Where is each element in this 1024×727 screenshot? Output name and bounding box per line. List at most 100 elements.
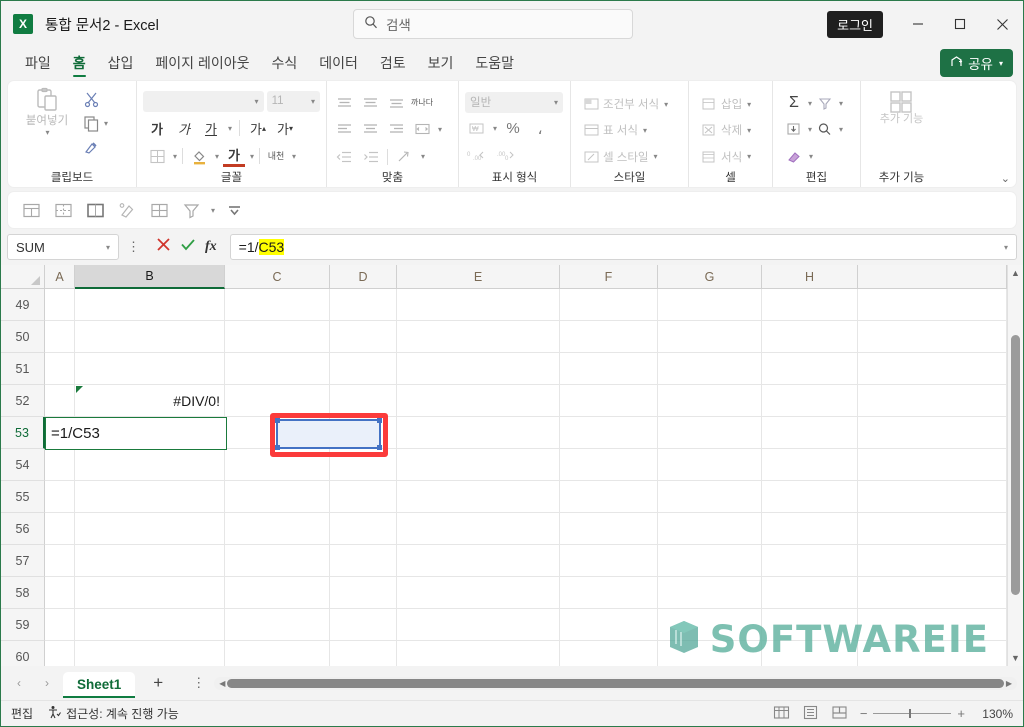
accessibility-status[interactable]: 접근성: 계속 진행 가능 [47,705,179,722]
cell-c51[interactable] [225,353,330,385]
cell-i50[interactable] [858,321,1007,353]
row-header-60[interactable]: 60 [1,641,45,666]
name-box[interactable]: SUM ▾ [7,234,119,260]
sheet-overflow-icon[interactable]: ⋮ [189,675,208,691]
row-header-53[interactable]: 53 [1,417,45,449]
cell-f56[interactable] [560,513,658,545]
chevron-down-icon[interactable]: ▾ [747,100,751,109]
merge-chevron-down-icon[interactable]: ▾ [438,125,442,134]
split-cells-icon[interactable] [50,199,76,221]
cell-h55[interactable] [762,481,858,513]
cell-i49[interactable] [858,289,1007,321]
orientation-icon[interactable] [393,146,415,168]
merge-cells-icon[interactable] [18,199,44,221]
chevron-down-icon[interactable]: ▾ [311,97,315,106]
cell-a56[interactable] [45,513,75,545]
page-layout-icon[interactable] [802,705,819,723]
percent-style-button[interactable]: % [502,118,524,140]
cell-f53[interactable] [560,417,658,449]
zoom-slider[interactable]: − + [860,706,965,721]
cell-f58[interactable] [560,577,658,609]
increase-decimal-icon[interactable]: 0.00 [465,145,487,167]
cell-g59[interactable] [658,609,762,641]
align-top-icon[interactable] [333,92,355,114]
cell-b56[interactable] [75,513,225,545]
fill-down-icon[interactable] [783,119,805,141]
formula-input[interactable]: =1/C53 ▾ [229,234,1017,260]
cell-a55[interactable] [45,481,75,513]
scroll-left-icon[interactable]: ◀ [217,679,227,688]
chevron-down-icon[interactable]: ▾ [643,126,647,135]
addins-button[interactable]: 추가 기능 [880,91,923,170]
fill-color-icon[interactable] [188,145,210,167]
align-center-icon[interactable] [359,119,381,141]
cell-d56[interactable] [330,513,397,545]
cell-g52[interactable] [658,385,762,417]
cell-c58[interactable] [225,577,330,609]
row-header-56[interactable]: 56 [1,513,45,545]
column-header-h[interactable]: H [762,265,858,289]
cell-a58[interactable] [45,577,75,609]
tab-file[interactable]: 파일 [15,50,61,80]
delete-cells-button[interactable]: 삭제 ▾ [699,118,766,142]
cell-i57[interactable] [858,545,1007,577]
cell-e57[interactable] [397,545,560,577]
cell-h54[interactable] [762,449,858,481]
autosum-chevron-down-icon[interactable]: ▾ [808,99,812,108]
next-sheet-icon[interactable]: › [35,676,59,690]
cell-c49[interactable] [225,289,330,321]
all-borders-icon[interactable] [146,199,172,221]
cell-b51[interactable] [75,353,225,385]
cell-g56[interactable] [658,513,762,545]
align-right-icon[interactable] [385,119,407,141]
format-painter-small-icon[interactable] [114,199,140,221]
font-color-chevron-down-icon[interactable]: ▾ [250,152,254,161]
cell-i54[interactable] [858,449,1007,481]
cell-g55[interactable] [658,481,762,513]
zoom-knob[interactable] [909,709,912,718]
cell-g51[interactable] [658,353,762,385]
cell-b58[interactable] [75,577,225,609]
page-break-icon[interactable] [831,705,848,723]
cell-e49[interactable] [397,289,560,321]
clear-chevron-down-icon[interactable]: ▾ [809,152,813,161]
cell-d49[interactable] [330,289,397,321]
eraser-icon[interactable] [783,146,805,168]
expand-formula-bar-icon[interactable]: ▾ [1004,243,1008,252]
horizontal-scroll-thumb[interactable] [227,678,1004,688]
share-button[interactable]: 공유 ▾ [940,49,1013,77]
conditional-formatting-button[interactable]: 조건부 서식 ▾ [581,92,682,116]
more-options-icon[interactable]: ⋮ [124,239,143,255]
cell-i59[interactable] [858,609,1007,641]
cell-h56[interactable] [762,513,858,545]
tab-view[interactable]: 보기 [418,50,464,80]
vertical-scroll-thumb[interactable] [1011,335,1020,595]
select-all-corner[interactable] [1,265,45,289]
cancel-icon[interactable] [156,237,171,257]
cell-b59[interactable] [75,609,225,641]
filter-icon[interactable] [178,199,204,221]
vertical-scrollbar[interactable]: ▲ ▼ [1007,265,1023,666]
cell-f49[interactable] [560,289,658,321]
bold-button[interactable]: 가 [146,117,168,139]
cell-e51[interactable] [397,353,560,385]
row-header-57[interactable]: 57 [1,545,45,577]
fill-color-chevron-down-icon[interactable]: ▾ [215,152,219,161]
add-sheet-button[interactable]: + [139,673,177,693]
column-header-g[interactable]: G [658,265,762,289]
cell-h57[interactable] [762,545,858,577]
cell-styles-button[interactable]: 셀 스타일 ▾ [581,145,682,169]
cell-a60[interactable] [45,641,75,666]
cell-i58[interactable] [858,577,1007,609]
cell-d60[interactable] [330,641,397,666]
tab-formulas[interactable]: 수식 [261,50,307,80]
row-header-58[interactable]: 58 [1,577,45,609]
accounting-chevron-down-icon[interactable]: ▾ [493,124,497,133]
close-button[interactable] [981,9,1023,39]
search-input[interactable]: 검색 [352,9,633,39]
cell-h59[interactable] [762,609,858,641]
row-header-55[interactable]: 55 [1,481,45,513]
cut-button[interactable] [80,88,108,110]
align-left-icon[interactable] [333,119,355,141]
grow-font-button[interactable]: 가 ▴ [247,117,269,139]
